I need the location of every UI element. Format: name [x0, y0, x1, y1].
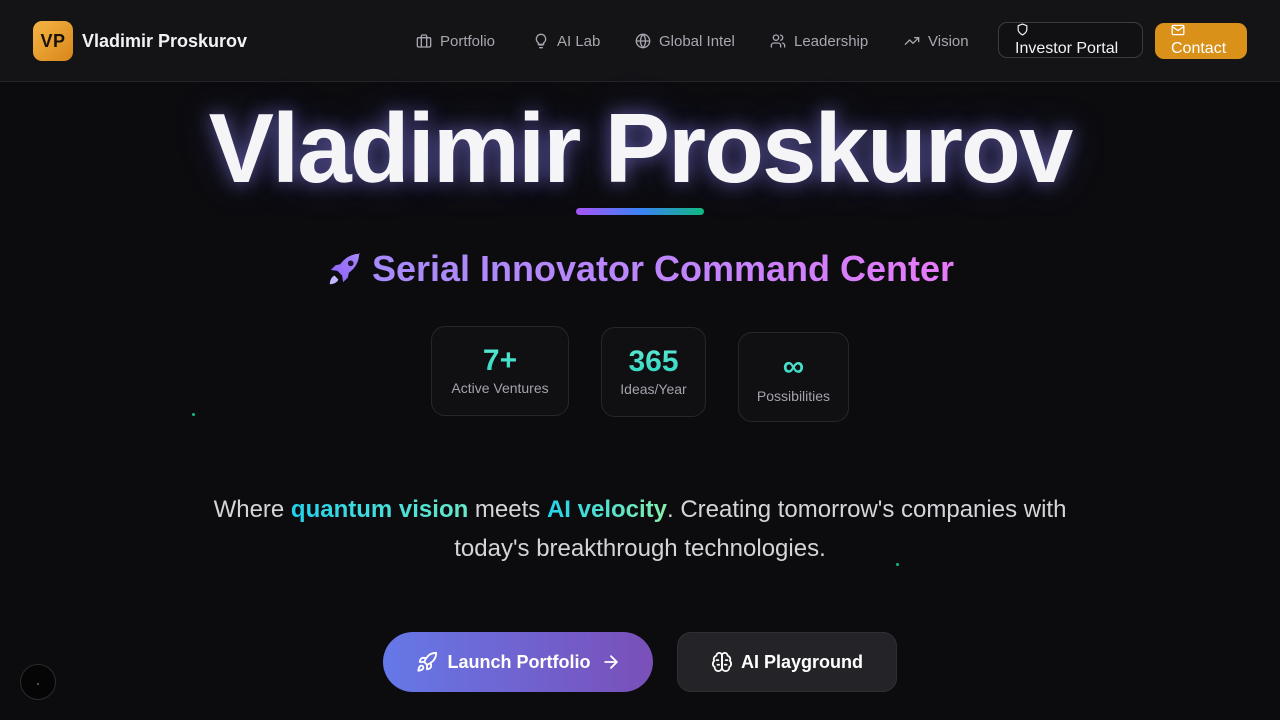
- stat-card-possibilities: ∞ Possibilities: [738, 332, 849, 422]
- contact-label: Contact: [1171, 40, 1227, 57]
- nav-item-label: AI Lab: [557, 32, 601, 50]
- tagline-highlight: AI velocity: [546, 496, 668, 523]
- brand-name: Vladimir Proskurov: [82, 30, 248, 51]
- launch-portfolio-label: Launch Portfolio: [447, 651, 591, 672]
- stat-label: Ideas/Year: [620, 381, 687, 397]
- title-underline: [576, 208, 704, 215]
- nav-item-ai-lab[interactable]: AI Lab: [533, 30, 600, 52]
- floating-widget-button[interactable]: [20, 664, 56, 700]
- hero-tagline: Where quantum vision meets AI velocity. …: [200, 490, 1080, 568]
- rocket-icon: [416, 651, 437, 672]
- nav-item-portfolio[interactable]: Portfolio: [416, 30, 495, 52]
- shield-icon: [1017, 23, 1028, 36]
- stat-card-ideas: 365 Ideas/Year: [601, 327, 706, 417]
- ai-playground-button[interactable]: AI Playground: [677, 632, 897, 692]
- ai-playground-label: AI Playground: [740, 651, 863, 672]
- launch-portfolio-button[interactable]: Launch Portfolio: [383, 632, 653, 692]
- trending-up-icon: [904, 37, 920, 45]
- arrow-right-icon: [603, 655, 618, 669]
- stat-value: ∞: [739, 350, 848, 384]
- investor-portal-label: Investor Portal: [1015, 40, 1119, 57]
- widget-dot: [37, 683, 39, 685]
- top-nav: VP Vladimir Proskurov Portfolio AI Lab G…: [0, 0, 1280, 82]
- tagline-text: Where: [213, 496, 291, 523]
- stat-value: 365: [602, 345, 705, 379]
- nav-item-leadership[interactable]: Leadership: [770, 30, 868, 52]
- globe-icon: [635, 33, 651, 49]
- tagline-highlight: quantum vision: [290, 496, 469, 523]
- investor-portal-button[interactable]: Investor Portal: [998, 22, 1143, 58]
- nav-item-label: Vision: [928, 32, 969, 50]
- brand-home-link[interactable]: VP Vladimir Proskurov: [33, 21, 247, 61]
- nav-item-vision[interactable]: Vision: [904, 30, 969, 52]
- hero-title: Vladimir Proskurov: [208, 93, 1074, 203]
- subtitle-text: Serial Innovator Command Center: [371, 248, 955, 289]
- users-icon: [770, 34, 786, 48]
- stat-card-ventures: 7+ Active Ventures: [431, 326, 569, 416]
- nav-item-label: Leadership: [794, 32, 869, 50]
- contact-button[interactable]: Contact: [1155, 23, 1247, 59]
- stat-label: Active Ventures: [451, 380, 549, 396]
- hero-subtitle: Serial Innovator Command Center: [0, 248, 1280, 290]
- nav-item-label: Portfolio: [440, 32, 496, 50]
- tagline-text: meets: [468, 496, 547, 523]
- brand-logo: VP: [33, 21, 73, 61]
- nav-item-label: Global Intel: [659, 32, 735, 50]
- briefcase-icon: [416, 34, 432, 48]
- brain-icon: [711, 652, 732, 673]
- stat-label: Possibilities: [756, 388, 831, 404]
- nav-item-global-intel[interactable]: Global Intel: [635, 30, 735, 52]
- mail-icon: [1171, 24, 1185, 36]
- stat-value: 7+: [432, 344, 568, 378]
- particle-dot: [192, 413, 195, 416]
- rocket-icon: [329, 252, 361, 285]
- lightbulb-icon: [535, 33, 547, 49]
